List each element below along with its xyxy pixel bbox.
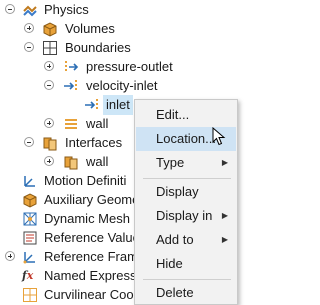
collapse-toggle[interactable] (44, 80, 54, 90)
reference-values-icon (22, 230, 38, 246)
tree-item-volumes[interactable]: Volumes (0, 19, 241, 39)
tree-label: inlet (103, 95, 133, 115)
tree-label: Boundaries (65, 40, 131, 55)
tree-item-reference-frames[interactable]: Reference Fram (0, 247, 138, 267)
tree-item-dynamic-mesh[interactable]: Dynamic Mesh (0, 209, 134, 229)
tree-item-pressure-outlet[interactable]: pressure-outlet (0, 57, 241, 77)
tree-item-named-expressions[interactable]: fx Named Express (0, 266, 137, 286)
tree-label: Interfaces (65, 135, 123, 150)
menu-item-label: Hide (156, 256, 183, 271)
submenu-arrow-icon: ▶ (221, 158, 228, 167)
menu-item-label: Display in (156, 208, 213, 223)
menu-item-label: Display (156, 184, 199, 199)
menu-item-hide[interactable]: Hide (136, 252, 236, 276)
tree-item-interfaces-wall[interactable]: wall (0, 152, 134, 172)
expand-toggle[interactable] (44, 156, 54, 166)
tree-item-interfaces[interactable]: Interfaces (0, 133, 134, 153)
auxiliary-geometry-icon (22, 192, 38, 208)
tree-item-inlet[interactable]: inlet (0, 95, 134, 115)
axes-icon (22, 173, 38, 189)
menu-item-display-in[interactable]: Display in ▶ (136, 204, 236, 228)
menu-item-label: Delete (156, 285, 194, 300)
expand-toggle[interactable] (44, 118, 54, 128)
tree-item-wall[interactable]: wall (0, 114, 134, 134)
tree-label: Reference Fram (44, 249, 138, 264)
inlet-icon (84, 97, 100, 113)
menu-item-delete[interactable]: Delete (136, 281, 236, 305)
menu-item-add-to[interactable]: Add to ▶ (136, 228, 236, 252)
tree-label: Reference Value (44, 230, 140, 245)
tree-item-reference-values[interactable]: Reference Value (0, 228, 140, 248)
menu-item-label: Edit... (156, 107, 190, 122)
menu-item-type[interactable]: Type ▶ (136, 151, 236, 175)
tree-label: velocity-inlet (86, 78, 158, 93)
tree-item-motion-definitions[interactable]: Motion Definiti (0, 171, 134, 191)
menu-item-edit[interactable]: Edit... (136, 103, 236, 127)
expand-toggle[interactable] (24, 23, 34, 33)
tree-label: wall (86, 116, 109, 131)
tree-label: Named Express (44, 268, 137, 283)
tree-label: pressure-outlet (86, 59, 173, 74)
interfaces-icon (42, 135, 58, 151)
submenu-arrow-icon: ▶ (221, 235, 228, 244)
wall-icon (63, 116, 79, 132)
expand-toggle[interactable] (44, 61, 54, 71)
tree-item-auxiliary-geometry[interactable]: Auxiliary Geome (0, 190, 139, 210)
reference-frames-icon (22, 249, 38, 265)
tree-item-velocity-inlet[interactable]: velocity-inlet (0, 76, 241, 96)
tree-label: Motion Definiti (44, 173, 127, 188)
boundaries-grid-icon (42, 40, 58, 56)
inlet-icon (63, 78, 79, 94)
expand-toggle[interactable] (5, 251, 15, 261)
physics-icon (22, 2, 38, 18)
tree-label: Volumes (65, 21, 115, 36)
menu-item-label: Location... (156, 131, 216, 146)
menu-item-display[interactable]: Display (136, 180, 236, 204)
function-fx-icon: fx (22, 269, 34, 282)
tree-label: Dynamic Mesh (44, 211, 130, 226)
tree-item-curvilinear[interactable]: Curvilinear Coo (0, 285, 134, 305)
dynamic-mesh-icon (22, 211, 38, 227)
tree-label: Curvilinear Coo (44, 287, 134, 302)
menu-separator (143, 279, 231, 280)
collapse-toggle[interactable] (24, 42, 34, 52)
tree-item-boundaries[interactable]: Boundaries (0, 38, 241, 58)
tree-label: wall (86, 154, 109, 169)
menu-item-label: Type (156, 155, 185, 170)
volume-cube-icon (42, 21, 58, 37)
tree-label: Auxiliary Geome (44, 192, 140, 207)
collapse-toggle[interactable] (5, 4, 15, 14)
menu-separator (143, 178, 231, 179)
menu-item-label: Add to (156, 232, 194, 247)
outlet-icon (63, 59, 79, 75)
mouse-pointer-icon (212, 127, 226, 146)
tree-item-physics[interactable]: Physics (0, 0, 241, 20)
collapse-toggle[interactable] (24, 137, 34, 147)
tree-label: Physics (44, 2, 89, 17)
interface-wall-icon (63, 154, 79, 170)
curvilinear-grid-icon (22, 287, 38, 303)
submenu-arrow-icon: ▶ (221, 211, 228, 220)
